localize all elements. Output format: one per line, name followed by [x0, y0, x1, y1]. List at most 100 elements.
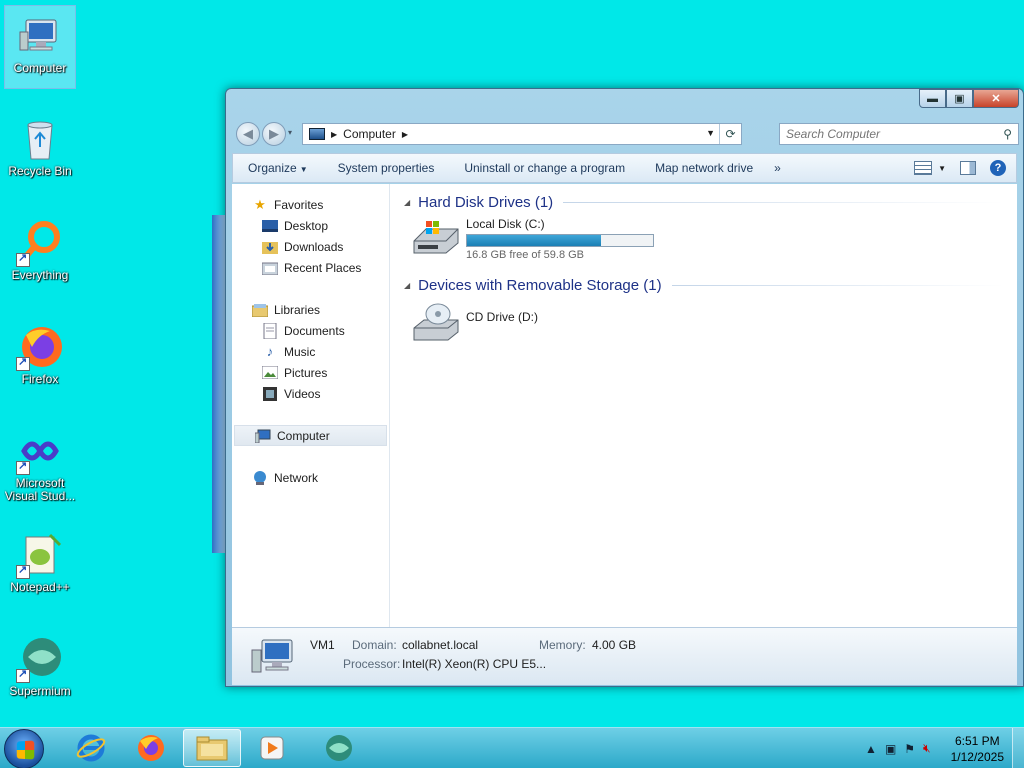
system-tray: ▲ ▣ ⚑ 🔇︎ 6:51 PM 1/12/2025: [861, 728, 1024, 768]
desktop-icon-label: Supermium: [9, 684, 71, 698]
system-properties-button[interactable]: System properties: [323, 161, 450, 175]
drive-local-disk-c[interactable]: Local Disk (C:) 16.8 GB free of 59.8 GB: [412, 217, 654, 261]
nav-label: Music: [284, 344, 316, 359]
refresh-icon[interactable]: ⟳: [719, 124, 741, 144]
nav-videos[interactable]: Videos: [232, 383, 389, 404]
computer-icon: [16, 12, 64, 60]
explorer-window[interactable]: ▬ ▣ ✕ ◀ ▶ ▾ ▶ Computer ▶ ▼ ⟳ ⚲ Organize▼…: [225, 88, 1024, 687]
help-button[interactable]: ?: [990, 160, 1006, 176]
collapse-triangle-icon[interactable]: ◢: [404, 198, 410, 207]
computer-name: VM1: [310, 638, 335, 652]
collapse-triangle-icon[interactable]: ◢: [404, 281, 410, 290]
nav-desktop[interactable]: Desktop: [232, 215, 389, 236]
star-icon: ★: [254, 196, 266, 212]
nav-label: Pictures: [284, 365, 328, 380]
pictures-icon: [262, 366, 278, 380]
taskbar-media-player[interactable]: [243, 729, 301, 767]
show-desktop-button[interactable]: [1012, 728, 1024, 768]
nav-label: Downloads: [284, 239, 344, 254]
address-bar[interactable]: ▶ Computer ▶ ▼ ⟳: [302, 123, 742, 145]
desktop-icon-visual-studio[interactable]: Microsoft Visual Stud...: [4, 421, 76, 505]
desktop-icon-everything[interactable]: Everything: [4, 213, 76, 297]
group-title: Devices with Removable Storage (1): [418, 277, 662, 294]
desktop-icon-recycle-bin[interactable]: Recycle Bin: [4, 109, 76, 193]
memory-label: Memory:: [539, 638, 586, 652]
group-header-removable-storage[interactable]: ◢ Devices with Removable Storage (1): [404, 277, 1004, 294]
desktop-icon: [262, 219, 278, 233]
recent-places-icon: [262, 261, 278, 275]
preview-pane-button[interactable]: [960, 161, 976, 175]
group-divider: [563, 202, 1004, 203]
nav-music[interactable]: ♪ Music: [232, 341, 389, 362]
details-pane: VM1 Domain: collabnet.local Memory: 4.00…: [232, 627, 1017, 685]
nav-label: Favorites: [274, 197, 324, 212]
back-button[interactable]: ◀: [236, 122, 260, 146]
search-box[interactable]: ⚲: [779, 123, 1019, 145]
media-player-icon: [260, 736, 284, 760]
drive-free-space: 16.8 GB free of 59.8 GB: [466, 249, 585, 261]
desktop-icon-label: Computer: [13, 61, 67, 75]
nav-pictures[interactable]: Pictures: [232, 362, 389, 383]
nav-downloads[interactable]: Downloads: [232, 236, 389, 257]
cd-drive-icon: [412, 302, 460, 342]
chevron-down-icon: ▼: [938, 163, 946, 173]
more-commands-button[interactable]: »: [768, 161, 796, 175]
desktop-icon-supermium[interactable]: Supermium: [4, 629, 76, 713]
shortcut-arrow-icon: [16, 459, 30, 475]
nav-documents[interactable]: Documents: [232, 320, 389, 341]
show-hidden-icons-button[interactable]: ▲: [865, 742, 877, 756]
start-button[interactable]: [4, 729, 44, 768]
drive-name: CD Drive (D:): [466, 310, 538, 324]
hard-drive-icon: [412, 217, 460, 257]
recent-pages-dropdown[interactable]: ▾: [288, 128, 292, 137]
nav-favorites[interactable]: ★ Favorites: [232, 194, 389, 215]
taskbar-internet-explorer[interactable]: [62, 729, 120, 767]
volume-muted-icon[interactable]: 🔇︎: [923, 741, 931, 756]
map-network-drive-button[interactable]: Map network drive: [640, 161, 768, 175]
items-pane: ◢ Hard Disk Drives (1) Local Disk (C:) 1…: [398, 184, 1017, 627]
group-header-hard-disk-drives[interactable]: ◢ Hard Disk Drives (1): [404, 194, 1004, 211]
videos-icon: [262, 386, 278, 401]
chevron-down-icon: ▼: [299, 165, 308, 174]
taskbar-windows-explorer[interactable]: [183, 729, 241, 767]
search-input[interactable]: [786, 127, 986, 141]
action-center-flag-icon[interactable]: ⚑: [904, 742, 915, 756]
network-tray-icon[interactable]: ▣: [885, 742, 896, 756]
maximize-button[interactable]: ▣: [946, 89, 973, 108]
breadcrumb-arrow-icon[interactable]: ▶: [331, 130, 337, 139]
nav-computer[interactable]: Computer: [234, 425, 387, 446]
minimize-button[interactable]: ▬: [919, 89, 946, 108]
taskbar-firefox[interactable]: [122, 729, 180, 767]
nav-recent-places[interactable]: Recent Places: [232, 257, 389, 278]
firefox-icon: [138, 735, 164, 761]
desktop-icon-computer[interactable]: Computer: [4, 5, 76, 89]
desktop-icon-firefox[interactable]: Firefox: [4, 317, 76, 401]
nav-label: Libraries: [274, 302, 321, 317]
clock[interactable]: 6:51 PM 1/12/2025: [951, 733, 1004, 765]
group-divider: [671, 285, 1004, 286]
breadcrumb-computer[interactable]: Computer: [343, 127, 396, 141]
nav-label: Computer: [277, 428, 330, 443]
navigation-pane: ★ Favorites Desktop Downloads Recent Plac…: [232, 184, 390, 627]
change-view-button[interactable]: ▼: [914, 161, 946, 175]
folder-icon: [196, 736, 228, 761]
taskbar-supermium[interactable]: [310, 729, 368, 767]
drive-cd-d[interactable]: CD Drive (D:): [412, 302, 538, 342]
breadcrumb-arrow-icon[interactable]: ▶: [402, 130, 408, 139]
taskbar: ▲ ▣ ⚑ 🔇︎ 6:51 PM 1/12/2025: [0, 727, 1024, 768]
forward-button[interactable]: ▶: [262, 122, 286, 146]
desktop-icon-notepad-plus-plus[interactable]: Notepad++: [4, 525, 76, 609]
close-button[interactable]: ✕: [973, 89, 1019, 108]
notepad-plus-plus-icon: [16, 531, 64, 579]
search-icon[interactable]: ⚲: [1003, 127, 1012, 141]
nav-network[interactable]: Network: [232, 467, 389, 488]
visual-studio-icon: [16, 427, 64, 475]
desktop-icon-label: Microsoft Visual Stud...: [4, 477, 76, 503]
drive-info: Local Disk (C:) 16.8 GB free of 59.8 GB: [466, 217, 654, 261]
caption-buttons: ▬ ▣ ✕: [919, 89, 1019, 108]
nav-libraries[interactable]: Libraries: [232, 299, 389, 320]
organize-button[interactable]: Organize ▼: [233, 161, 323, 175]
uninstall-program-button[interactable]: Uninstall or change a program: [449, 161, 640, 175]
address-dropdown-icon[interactable]: ▼: [706, 128, 715, 138]
